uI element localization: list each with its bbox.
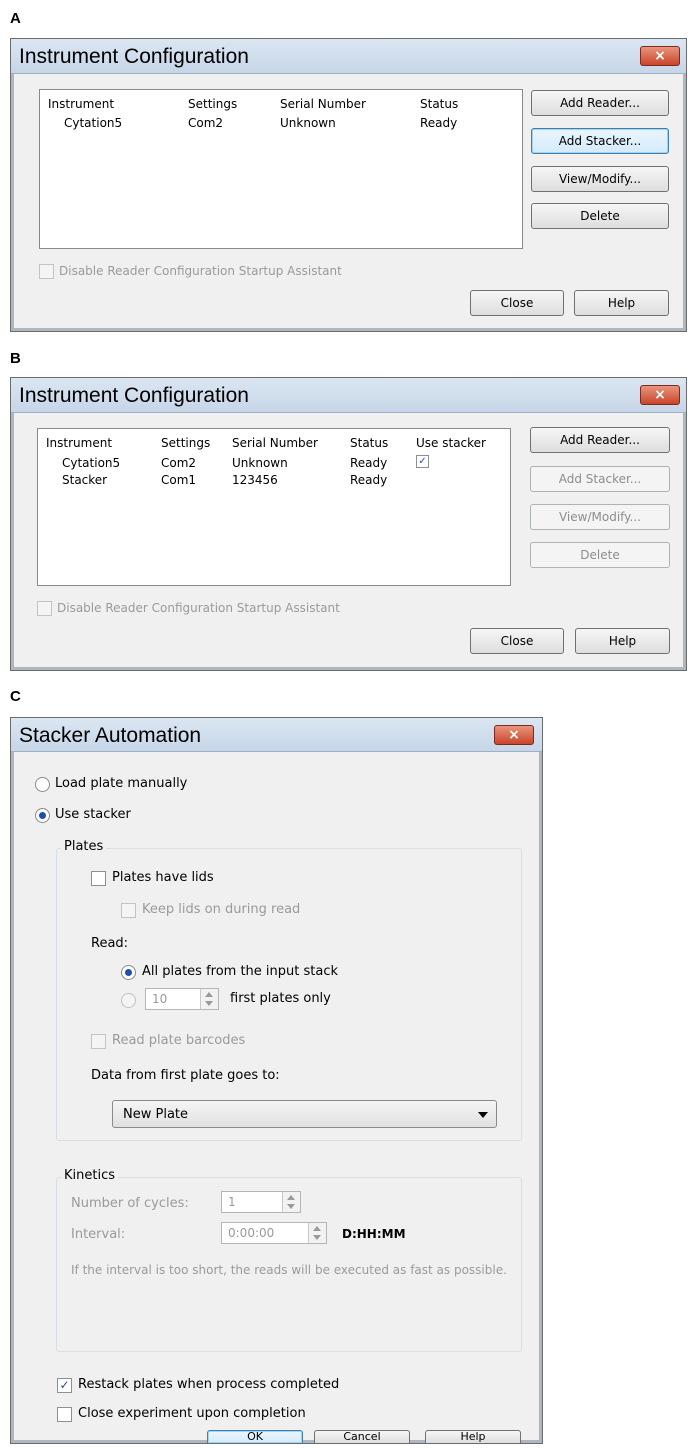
use-stacker-radio[interactable] <box>35 808 50 823</box>
help-button[interactable]: Help <box>425 1430 521 1443</box>
kinetics-group-title: Kinetics <box>61 1168 119 1183</box>
window-title: Instrument Configuration <box>19 45 249 68</box>
row-status[interactable]: Ready <box>420 116 457 130</box>
read-barcodes-checkbox[interactable] <box>91 1034 106 1049</box>
close-button[interactable]: Close <box>470 628 564 654</box>
data-destination-value: New Plate <box>123 1107 188 1122</box>
delete-button[interactable]: Delete <box>531 203 669 229</box>
all-plates-label[interactable]: All plates from the input stack <box>142 964 338 979</box>
read-label: Read: <box>91 936 129 951</box>
add-reader-button[interactable]: Add Reader... <box>531 90 669 116</box>
column-header-use-stacker[interactable]: Use stacker <box>416 436 486 450</box>
disable-assistant-checkbox[interactable] <box>39 264 54 279</box>
keep-lids-label: Keep lids on during read <box>142 902 301 917</box>
first-plates-label: first plates only <box>230 991 331 1006</box>
row-instrument[interactable]: Stacker <box>62 473 107 487</box>
interval-label: Interval: <box>71 1227 126 1242</box>
row-settings[interactable]: Com2 <box>161 456 196 470</box>
add-reader-button[interactable]: Add Reader... <box>530 427 670 453</box>
column-header-instrument[interactable]: Instrument <box>46 436 112 450</box>
keep-lids-checkbox[interactable] <box>121 903 136 918</box>
column-header-instrument[interactable]: Instrument <box>48 97 114 111</box>
view-modify-button[interactable]: View/Modify... <box>531 166 669 192</box>
title-bar: Stacker Automation × <box>11 718 542 752</box>
ok-button[interactable]: OK <box>207 1430 303 1443</box>
interval-value: 0:00:00 <box>228 1226 275 1240</box>
view-modify-button[interactable]: View/Modify... <box>530 504 670 530</box>
window-title: Stacker Automation <box>19 724 202 747</box>
row-serial[interactable]: 123456 <box>232 473 278 487</box>
use-stacker-checkbox[interactable]: ✓ <box>416 455 429 468</box>
instrument-configuration-window-b: Instrument Configuration × Instrument Se… <box>10 377 687 671</box>
panel-label-b: B <box>10 350 21 367</box>
disable-assistant-label: Disable Reader Configuration Startup Ass… <box>57 601 340 615</box>
close-experiment-label[interactable]: Close experiment upon completion <box>78 1406 306 1421</box>
panel-label-a: A <box>10 10 21 27</box>
all-plates-radio[interactable] <box>121 965 136 980</box>
read-barcodes-label: Read plate barcodes <box>112 1033 246 1048</box>
add-stacker-button[interactable]: Add Stacker... <box>530 466 670 492</box>
help-button[interactable]: Help <box>574 290 669 316</box>
window-title: Instrument Configuration <box>19 384 249 407</box>
stacker-automation-window: Stacker Automation × Load plate manually… <box>10 717 543 1444</box>
title-bar: Instrument Configuration × <box>11 378 686 413</box>
instrument-list[interactable]: Instrument Settings Serial Number Status… <box>37 428 511 586</box>
row-status[interactable]: Ready <box>350 456 387 470</box>
column-header-serial-number[interactable]: Serial Number <box>232 436 318 450</box>
spinner-arrows-icon[interactable] <box>200 989 218 1009</box>
row-instrument[interactable]: Cytation5 <box>62 456 120 470</box>
spinner-arrows-icon[interactable] <box>308 1223 326 1243</box>
row-instrument[interactable]: Cytation5 <box>64 116 122 130</box>
cancel-button[interactable]: Cancel <box>314 1430 410 1443</box>
restack-label[interactable]: Restack plates when process completed <box>78 1377 339 1392</box>
close-icon[interactable]: × <box>640 46 680 66</box>
first-plates-spinner[interactable]: 10 <box>145 988 219 1010</box>
row-settings[interactable]: Com2 <box>188 116 223 130</box>
chevron-down-icon[interactable] <box>478 1112 488 1118</box>
title-bar: Instrument Configuration × <box>11 39 686 74</box>
close-icon[interactable]: × <box>494 725 534 745</box>
column-header-status[interactable]: Status <box>350 436 388 450</box>
spinner-arrows-icon[interactable] <box>282 1192 300 1212</box>
row-serial[interactable]: Unknown <box>232 456 288 470</box>
interval-format-label: D:HH:MM <box>342 1227 406 1241</box>
first-plates-radio[interactable] <box>121 993 136 1008</box>
data-destination-dropdown[interactable]: New Plate <box>112 1100 497 1128</box>
restack-checkbox[interactable]: ✓ <box>57 1378 72 1393</box>
instrument-list[interactable]: Instrument Settings Serial Number Status… <box>39 89 523 249</box>
delete-button[interactable]: Delete <box>530 542 670 568</box>
close-experiment-checkbox[interactable] <box>57 1407 72 1422</box>
first-plates-value: 10 <box>152 992 168 1006</box>
cycles-spinner[interactable]: 1 <box>221 1191 301 1213</box>
kinetics-note: If the interval is too short, the reads … <box>71 1263 507 1277</box>
disable-assistant-label: Disable Reader Configuration Startup Ass… <box>59 264 342 278</box>
plates-group-title: Plates <box>61 839 107 854</box>
column-header-serial-number[interactable]: Serial Number <box>280 97 366 111</box>
help-button[interactable]: Help <box>575 628 670 654</box>
row-status[interactable]: Ready <box>350 473 387 487</box>
cycles-value: 1 <box>228 1195 236 1209</box>
plates-have-lids-label[interactable]: Plates have lids <box>112 870 214 885</box>
cycles-label: Number of cycles: <box>71 1196 189 1211</box>
load-manually-radio[interactable] <box>35 777 50 792</box>
column-header-settings[interactable]: Settings <box>161 436 210 450</box>
row-serial[interactable]: Unknown <box>280 116 336 130</box>
close-icon[interactable]: × <box>640 385 680 405</box>
plates-have-lids-checkbox[interactable] <box>91 871 106 886</box>
data-goes-to-label: Data from first plate goes to: <box>91 1068 280 1083</box>
panel-label-c: C <box>10 688 21 705</box>
row-settings[interactable]: Com1 <box>161 473 196 487</box>
column-header-settings[interactable]: Settings <box>188 97 237 111</box>
column-header-status[interactable]: Status <box>420 97 458 111</box>
instrument-configuration-window-a: Instrument Configuration × Instrument Se… <box>10 38 687 332</box>
add-stacker-button[interactable]: Add Stacker... <box>531 128 669 154</box>
interval-spinner[interactable]: 0:00:00 <box>221 1222 327 1244</box>
close-button[interactable]: Close <box>470 290 564 316</box>
use-stacker-label[interactable]: Use stacker <box>55 807 131 822</box>
load-manually-label[interactable]: Load plate manually <box>55 776 187 791</box>
disable-assistant-checkbox[interactable] <box>37 601 52 616</box>
